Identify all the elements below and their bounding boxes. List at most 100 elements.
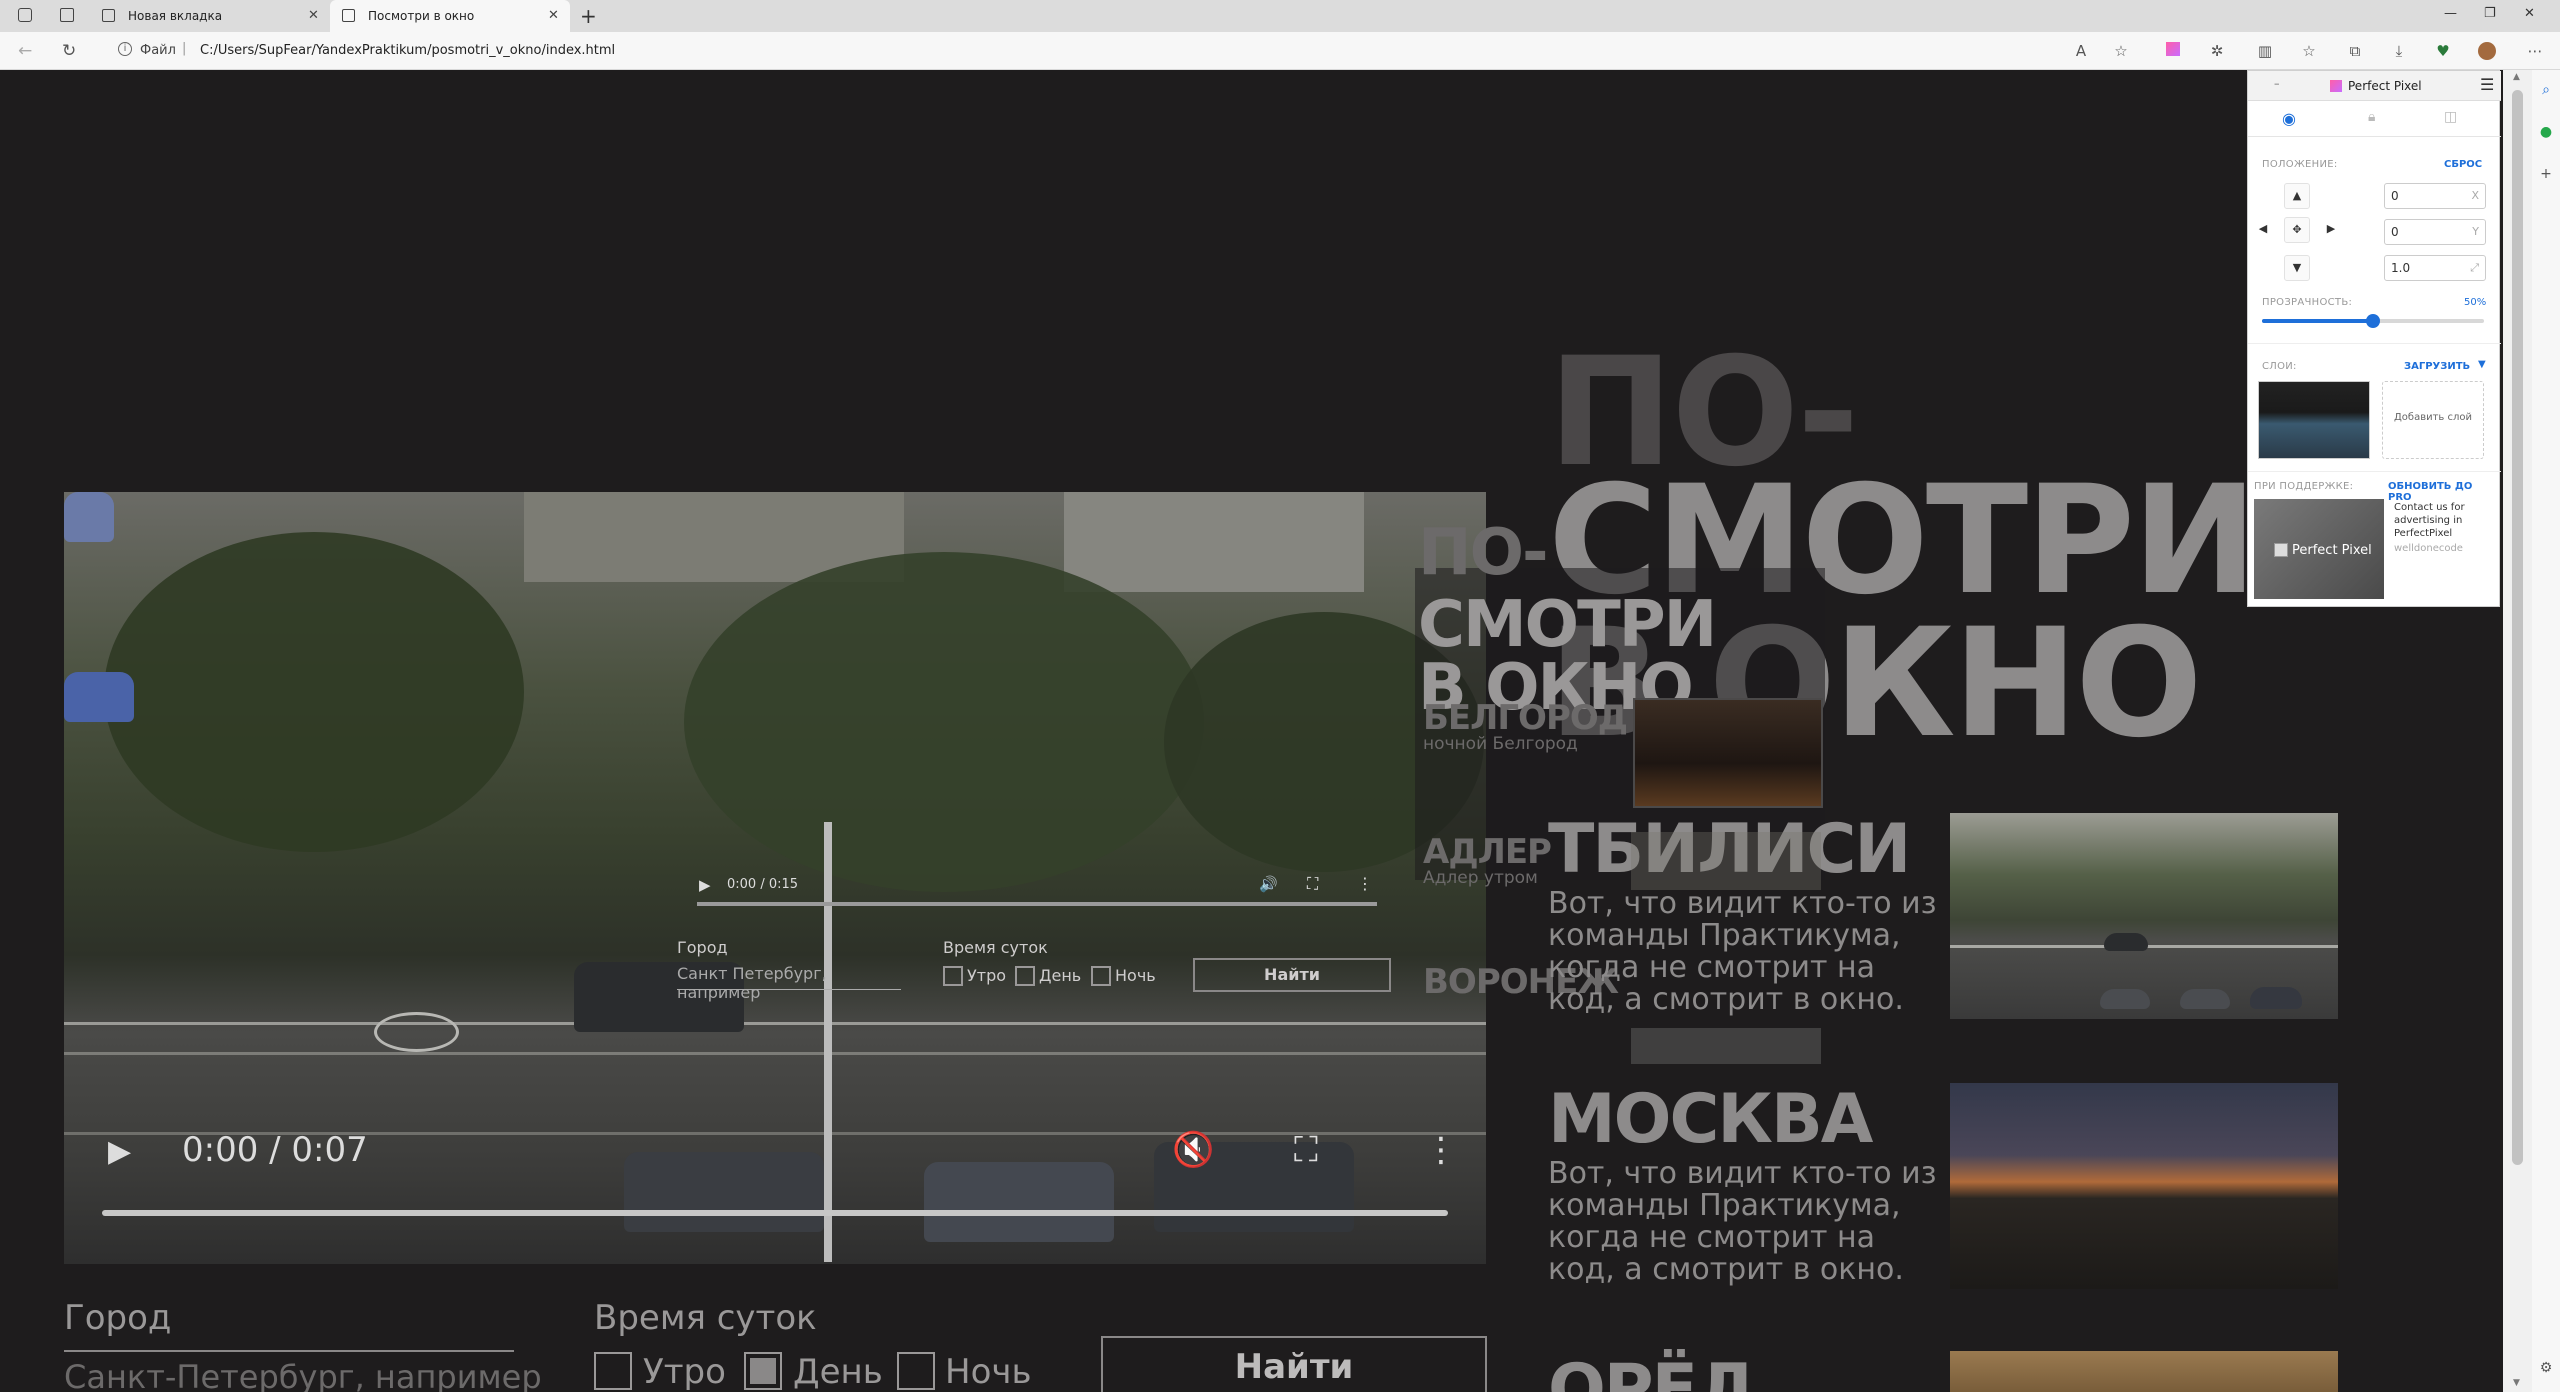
url-path: C:/Users/SupFear/YandexPraktikum/posmotr…: [200, 43, 616, 58]
small-night-checkbox[interactable]: [1091, 966, 1111, 986]
pp-reset-link[interactable]: СБРОС: [2444, 159, 2482, 170]
card-moscow-photo[interactable]: [1950, 1083, 2338, 1289]
arrow-up-button[interactable]: ▲: [2284, 183, 2310, 209]
day-checkbox[interactable]: [744, 1352, 782, 1390]
city-input[interactable]: Санкт-Петербург, например: [64, 1350, 542, 1392]
scroll-up-icon[interactable]: ▲: [2513, 72, 2520, 82]
menu-dots-icon[interactable]: ⋯: [2526, 42, 2544, 60]
layout-icon[interactable]: ◫: [2444, 109, 2457, 125]
info-icon[interactable]: i: [118, 42, 132, 56]
pp-x-input[interactable]: 0 X: [2384, 183, 2486, 209]
pp-ad-banner[interactable]: Perfect Pixel: [2254, 499, 2384, 599]
search-button[interactable]: Найти: [1101, 1336, 1487, 1392]
favorites-icon[interactable]: ☆: [2300, 42, 2318, 60]
favorite-star-icon[interactable]: ☆: [2112, 42, 2130, 60]
time-label: Время суток: [594, 1298, 817, 1338]
pp-opacity-slider[interactable]: [2262, 314, 2484, 328]
mute-icon[interactable]: 🔇: [1172, 1130, 1214, 1170]
pp-menu-icon[interactable]: ☰: [2480, 75, 2494, 94]
new-tab-icon[interactable]: +: [580, 4, 597, 28]
read-aloud-icon[interactable]: A: [2072, 42, 2090, 60]
tree: [104, 532, 524, 852]
arrow-down-button[interactable]: ▼: [2284, 255, 2310, 281]
settings-icon[interactable]: ⚙: [2538, 1360, 2554, 1376]
pp-layers-label: СЛОИ:: [2262, 361, 2297, 372]
close-icon[interactable]: ✕: [308, 8, 319, 23]
small-search-button[interactable]: Найти: [1193, 958, 1391, 992]
pp-collapse-icon[interactable]: –: [2274, 77, 2280, 90]
arrow-left-button[interactable]: ◀: [2250, 217, 2276, 243]
downloads-icon[interactable]: ⤓: [2390, 42, 2408, 60]
arrow-right-button[interactable]: ▶: [2318, 217, 2344, 243]
security-icon[interactable]: ♥: [2434, 42, 2452, 60]
pp-logo-icon: [2330, 80, 2342, 92]
video-progress-bar[interactable]: [102, 1210, 1448, 1216]
extensions-icon[interactable]: ✲: [2208, 42, 2226, 60]
reload-icon[interactable]: ↻: [62, 41, 76, 61]
card-tbilisi-photo[interactable]: [1950, 813, 2338, 1019]
search-icon[interactable]: ⌕: [2538, 82, 2554, 98]
profile-avatar[interactable]: [2478, 42, 2496, 60]
add-icon[interactable]: +: [2538, 166, 2554, 182]
whatsapp-icon[interactable]: ●: [2538, 124, 2554, 140]
volume-icon[interactable]: 🔊: [1259, 875, 1278, 893]
morning-checkbox[interactable]: [594, 1352, 632, 1390]
belgorod-thumbnail[interactable]: [1633, 698, 1823, 808]
page-scrollbar[interactable]: ▲ ▼: [2503, 70, 2532, 1392]
night-checkbox[interactable]: [897, 1352, 935, 1390]
more-options-icon[interactable]: ⋮: [1424, 1130, 1458, 1170]
fullscreen-icon[interactable]: ⛶: [1307, 874, 1318, 894]
minimize-icon[interactable]: —: [2444, 6, 2457, 21]
day-label: День: [793, 1352, 883, 1392]
perfect-pixel-extension-icon[interactable]: [2164, 42, 2182, 60]
pp-y-input[interactable]: 0 Y: [2384, 219, 2486, 245]
card-orel-photo[interactable]: [1950, 1351, 2338, 1392]
collections-icon[interactable]: ⧉: [2346, 42, 2364, 60]
small-city-input[interactable]: Санкт Петербург, например: [677, 964, 901, 1002]
back-icon[interactable]: ←: [18, 41, 32, 61]
road-marking: [64, 1052, 1486, 1055]
hero-small-line: СМОТРИ: [1418, 588, 1717, 662]
morning-label: Утро: [643, 1352, 726, 1392]
card-text: Вот, что видит кто-то из команды Практик…: [1548, 1156, 1937, 1287]
pp-ad-link[interactable]: welldonecode: [2394, 543, 2463, 554]
tab-actions-icon[interactable]: [60, 8, 74, 22]
url-field[interactable]: i Файл | C:/Users/SupFear/YandexPraktiku…: [106, 40, 2106, 64]
pp-header: – Perfect Pixel ☰: [2248, 71, 2501, 101]
pp-y-suffix: Y: [2472, 225, 2479, 238]
pp-upgrade-link[interactable]: ОБНОВИТЬ ДО PRO: [2388, 481, 2499, 503]
city-belgorod-subtitle: ночной Белгород: [1423, 734, 1578, 754]
chevron-down-icon[interactable]: ▼: [2478, 359, 2486, 370]
small-morning-checkbox[interactable]: [943, 966, 963, 986]
scroll-down-icon[interactable]: ▼: [2513, 1378, 2520, 1388]
tab-new-tab[interactable]: Новая вкладка ✕: [90, 0, 330, 32]
play-icon[interactable]: ▶: [699, 876, 711, 894]
split-screen-icon[interactable]: ▥: [2256, 42, 2274, 60]
pp-divider: [2248, 343, 2501, 344]
maximize-icon[interactable]: ❐: [2484, 6, 2496, 21]
more-options-icon[interactable]: ⋮: [1357, 874, 1373, 893]
workspaces-icon[interactable]: [18, 8, 32, 22]
pp-upload-link[interactable]: ЗАГРУЗИТЬ: [2404, 361, 2470, 372]
car: [64, 672, 134, 722]
center-button[interactable]: ✥: [2284, 217, 2310, 243]
scroll-thumb[interactable]: [2512, 90, 2523, 1165]
fullscreen-icon[interactable]: ⛶: [1294, 1130, 1318, 1170]
close-window-icon[interactable]: ✕: [2524, 6, 2535, 21]
small-morning-label: Утро: [967, 966, 1007, 985]
close-icon[interactable]: ✕: [548, 8, 559, 23]
play-icon[interactable]: ▶: [108, 1134, 131, 1169]
small-video-progress[interactable]: [697, 902, 1377, 906]
tab-posmotri[interactable]: Посмотри в окно ✕: [330, 0, 570, 32]
city-adler-subtitle: Адлер утром: [1423, 868, 1538, 888]
tree: [684, 552, 1204, 892]
pp-layer-thumbnail[interactable]: [2258, 381, 2370, 459]
page-icon: [102, 9, 115, 22]
small-day-checkbox[interactable]: [1015, 966, 1035, 986]
pp-add-layer-button[interactable]: Добавить слой: [2382, 381, 2484, 459]
pp-opacity-knob[interactable]: [2366, 314, 2380, 328]
lock-icon[interactable]: 🔒︎: [2368, 109, 2375, 125]
pp-scale-input[interactable]: 1.0 ⤢: [2384, 255, 2486, 281]
pp-add-layer-label: Добавить слой: [2393, 412, 2473, 423]
eye-icon[interactable]: ◉: [2282, 109, 2296, 128]
